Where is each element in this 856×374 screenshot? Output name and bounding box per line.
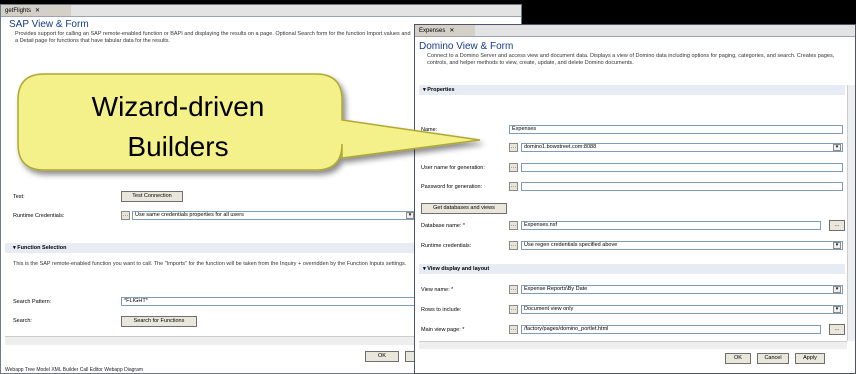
close-icon[interactable]: ✕ (449, 28, 454, 34)
search-pattern-input[interactable]: *FLIGHT* (121, 297, 415, 306)
search-pattern-label: Search Pattern: (13, 299, 52, 305)
database-name-input[interactable]: Expenses.nsf (521, 221, 821, 230)
runtime-credentials-label: Runtime credentials: (421, 243, 472, 249)
picker-icon[interactable]: … (509, 182, 518, 191)
picker-icon[interactable]: … (509, 143, 518, 152)
ok-button[interactable]: OK (725, 353, 751, 364)
password-input[interactable] (521, 182, 843, 191)
picker-icon[interactable]: … (509, 163, 518, 172)
tab-label: getFlights (5, 8, 32, 14)
chevron-down-icon[interactable]: ▾ (833, 242, 841, 249)
builder-title: SAP View & Form (9, 19, 89, 30)
view-display-header[interactable]: ▾ View display and layout (423, 266, 489, 272)
view-name-label: View name: * (421, 287, 454, 293)
server-select[interactable]: domino1.bowstreet.com:8088 (521, 143, 843, 152)
horizontal-scrollbar[interactable] (5, 336, 417, 345)
picker-icon[interactable]: … (121, 211, 130, 220)
name-input[interactable]: Expenses (509, 125, 843, 134)
runtime-credentials-label: Runtime Credentials: (13, 213, 65, 219)
name-label: Name: (421, 127, 438, 133)
chevron-down-icon[interactable]: ▾ (833, 306, 841, 313)
search-functions-button[interactable]: Search for Functions (121, 316, 197, 327)
tab-strip (475, 25, 855, 37)
rows-to-include-label: Rows to include: (421, 307, 462, 313)
section-title: Properties (427, 87, 455, 93)
view-name-select[interactable]: Expense Reports\By Date (521, 285, 843, 294)
browse-button[interactable]: … (829, 220, 845, 231)
runtime-credentials-select[interactable]: Use same credentials properties for all … (132, 211, 415, 220)
domino-view-form-window: Expenses ✕ Domino View & Form Connect to … (414, 24, 856, 374)
ok-button[interactable]: OK (365, 351, 399, 362)
editor-tab-getflights[interactable]: getFlights ✕ (1, 5, 71, 17)
tab-strip (71, 5, 521, 17)
get-databases-button[interactable]: Get databases and views (421, 203, 507, 214)
cancel-button[interactable]: Cancel (757, 353, 789, 364)
editor-tab-expenses[interactable]: Expenses ✕ (415, 25, 475, 37)
picker-icon[interactable]: … (509, 305, 518, 314)
chevron-down-icon[interactable]: ▾ (833, 144, 841, 151)
builder-description: Provides support for calling an SAP remo… (15, 31, 411, 44)
user-name-input[interactable] (521, 163, 843, 172)
horizontal-scrollbar[interactable] (419, 341, 847, 349)
test-connection-button[interactable]: Test Connection (121, 191, 183, 202)
builder-title: Domino View & Form (419, 41, 514, 52)
rows-to-include-select[interactable]: Document view only (521, 305, 843, 314)
properties-bar (419, 85, 845, 95)
chevron-down-icon[interactable]: ▾ (406, 212, 414, 219)
picker-icon[interactable]: … (509, 241, 518, 250)
search-label: Search: (13, 318, 32, 324)
runtime-credentials-select[interactable]: Use regen credentials specified above (521, 241, 843, 250)
builder-description: Connect to a Domino Server and access vi… (427, 53, 835, 66)
section-title: Function Selection (17, 245, 67, 251)
section-title: View display and layout (427, 266, 490, 272)
tab-label: Expenses (419, 28, 446, 34)
properties-header[interactable]: ▾ Properties (423, 87, 455, 93)
test-label: Test: (13, 194, 25, 200)
close-icon[interactable]: ✕ (35, 8, 40, 14)
vertical-scrollbar[interactable] (847, 85, 855, 341)
main-view-page-input[interactable]: /factory/pages/domino_portlet.html (521, 325, 821, 334)
function-selection-header[interactable]: ▾ Function Selection (13, 245, 67, 251)
chevron-down-icon[interactable]: ▾ (833, 286, 841, 293)
database-name-label: Database name: * (421, 223, 466, 229)
password-label: Password for generation: (421, 184, 483, 190)
function-selection-description: This is the SAP remote-enabled function … (13, 261, 407, 267)
picker-icon[interactable]: … (509, 221, 518, 230)
browse-button[interactable]: … (829, 324, 845, 335)
user-name-label: User name for generation: (421, 165, 485, 171)
status-bar: Webapp Tree Model XML Builder Call Edito… (5, 367, 144, 373)
picker-icon[interactable]: … (509, 325, 518, 334)
main-view-page-label: Main view page: * (421, 327, 465, 333)
apply-button[interactable]: Apply (795, 353, 825, 364)
picker-icon[interactable]: … (509, 285, 518, 294)
